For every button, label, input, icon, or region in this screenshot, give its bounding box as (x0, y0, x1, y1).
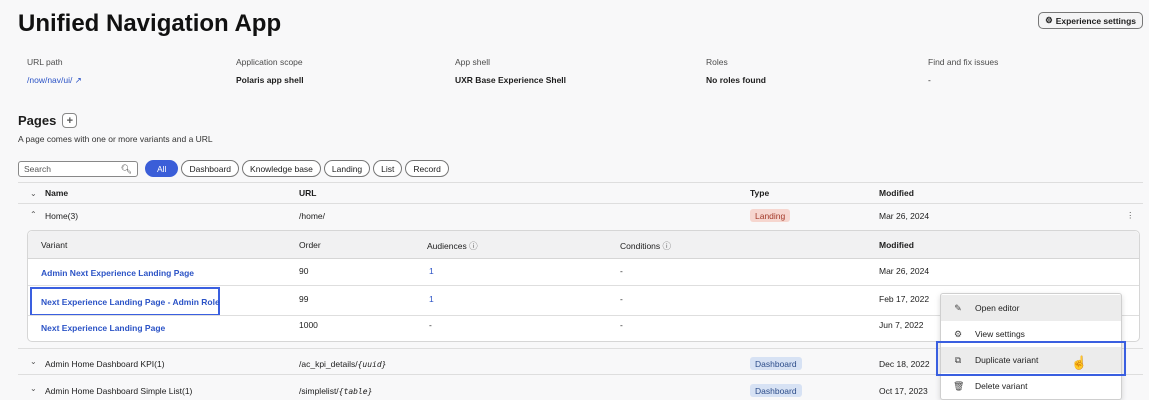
find-fix-value: - (928, 75, 931, 85)
filter-chip-record[interactable]: Record (405, 160, 449, 177)
application-scope-value: Polaris app shell (236, 75, 304, 85)
variants-table-header (28, 231, 1139, 259)
menu-item-open-editor[interactable]: ✎ Open editor (941, 295, 1121, 321)
page-row-name-home[interactable]: Home(3) (45, 211, 78, 221)
variant-modified-column-header[interactable]: Modified (879, 240, 914, 250)
chevron-up-icon[interactable]: ⌃ (30, 210, 37, 219)
variant-modified: Mar 26, 2024 (879, 266, 930, 276)
variant-order: 90 (299, 266, 309, 276)
variant-modified: Jun 7, 2022 (879, 320, 924, 330)
variant-conditions: - (620, 266, 623, 276)
variant-link-admin-next-experience[interactable]: Admin Next Experience Landing Page (41, 268, 194, 278)
page-row-url-simple-list: /simplelist/{table} (299, 386, 373, 396)
variant-link-next-experience[interactable]: Next Experience Landing Page (41, 323, 165, 333)
page-row-modified-simple-list: Oct 17, 2023 (879, 386, 928, 396)
pencil-icon: ✎ (954, 302, 962, 313)
pages-title: Pages (18, 113, 57, 128)
chevron-down-icon[interactable]: ⌄ (30, 357, 37, 366)
info-icon[interactable]: ⓘ (469, 241, 478, 251)
search-placeholder: Search (24, 164, 51, 174)
page-row-modified-home: Mar 26, 2024 (879, 211, 930, 221)
meta-label-application-scope: Application scope (236, 57, 303, 67)
conditions-column-header[interactable]: Conditions ⓘ (620, 240, 671, 252)
page-row-modified-kpi: Dec 18, 2022 (879, 359, 930, 369)
variant-column-header[interactable]: Variant (41, 240, 67, 250)
meta-label-url-path: URL path (27, 57, 63, 67)
variant-audiences-link[interactable]: 1 (429, 294, 434, 304)
type-badge-dashboard: Dashboard (750, 357, 802, 370)
variant-audiences: - (429, 320, 432, 330)
menu-item-delete-variant[interactable]: 🗑︎ Delete variant (941, 373, 1121, 399)
variant-conditions: - (620, 294, 623, 304)
order-column-header[interactable]: Order (299, 240, 321, 250)
type-badge-dashboard: Dashboard (750, 384, 802, 397)
column-header-url[interactable]: URL (299, 188, 316, 198)
experience-settings-button[interactable]: ⚙ Experience settings (1038, 12, 1143, 29)
search-input[interactable]: Search 🔍︎ (18, 161, 138, 177)
add-page-button[interactable]: + (62, 113, 78, 128)
page-row-url-kpi: /ac_kpi_details/{uuid} (299, 359, 387, 369)
audiences-column-header[interactable]: Audiences ⓘ (427, 240, 478, 252)
app-title: Unified Navigation App (18, 10, 282, 37)
roles-value: No roles found (706, 75, 766, 85)
filter-chip-all[interactable]: All (145, 160, 179, 177)
filter-chips: All Dashboard Knowledge base Landing Lis… (145, 160, 449, 177)
variant-link-admin-role[interactable]: Next Experience Landing Page - Admin Rol… (41, 297, 220, 307)
filter-chip-knowledge-base[interactable]: Knowledge base (242, 160, 321, 177)
filter-chip-landing[interactable]: Landing (323, 160, 371, 177)
column-header-modified[interactable]: Modified (879, 188, 914, 198)
pages-section-header: Pages + (18, 113, 78, 128)
filter-chip-list[interactable]: List (373, 160, 403, 177)
divider (28, 285, 1139, 286)
variant-order: 99 (299, 294, 309, 304)
divider (18, 203, 1143, 204)
variant-conditions: - (620, 320, 623, 330)
page-row-name-kpi[interactable]: Admin Home Dashboard KPI(1) (45, 359, 165, 369)
variant-modified: Feb 17, 2022 (879, 294, 930, 304)
variant-order: 1000 (299, 320, 318, 330)
plus-icon: + (66, 114, 74, 127)
app-shell-value: UXR Base Experience Shell (455, 75, 567, 85)
trash-icon: 🗑︎ (953, 380, 965, 391)
column-header-name[interactable]: Name (45, 188, 68, 198)
page-row-name-simple-list[interactable]: Admin Home Dashboard Simple List(1) (45, 386, 192, 396)
page-row-url-home: /home/ (299, 211, 325, 221)
gear-icon: ⚙ (1045, 15, 1053, 25)
meta-label-roles: Roles (706, 57, 728, 67)
search-icon: 🔍︎ (120, 163, 132, 174)
info-icon[interactable]: ⓘ (663, 241, 672, 251)
divider (18, 182, 1143, 183)
chevron-down-icon[interactable]: ⌄ (30, 384, 37, 393)
filter-chip-dashboard[interactable]: Dashboard (181, 160, 240, 177)
type-badge-landing: Landing (750, 209, 791, 222)
external-link-icon: ↗ (74, 75, 82, 85)
url-path-link[interactable]: /now/nav/ui/ ↗ (27, 75, 82, 86)
more-options-icon[interactable]: ⋮ (1126, 210, 1135, 221)
chevron-down-icon[interactable]: ⌄ (30, 189, 37, 198)
meta-label-find-fix: Find and fix issues (928, 57, 999, 67)
highlight-box (936, 341, 1126, 376)
column-header-type[interactable]: Type (750, 188, 769, 198)
gear-icon: ⚙ (953, 328, 963, 339)
variant-audiences-link[interactable]: 1 (429, 266, 434, 276)
meta-label-app-shell: App shell (455, 57, 490, 67)
pages-description: A page comes with one or more variants a… (18, 134, 213, 144)
